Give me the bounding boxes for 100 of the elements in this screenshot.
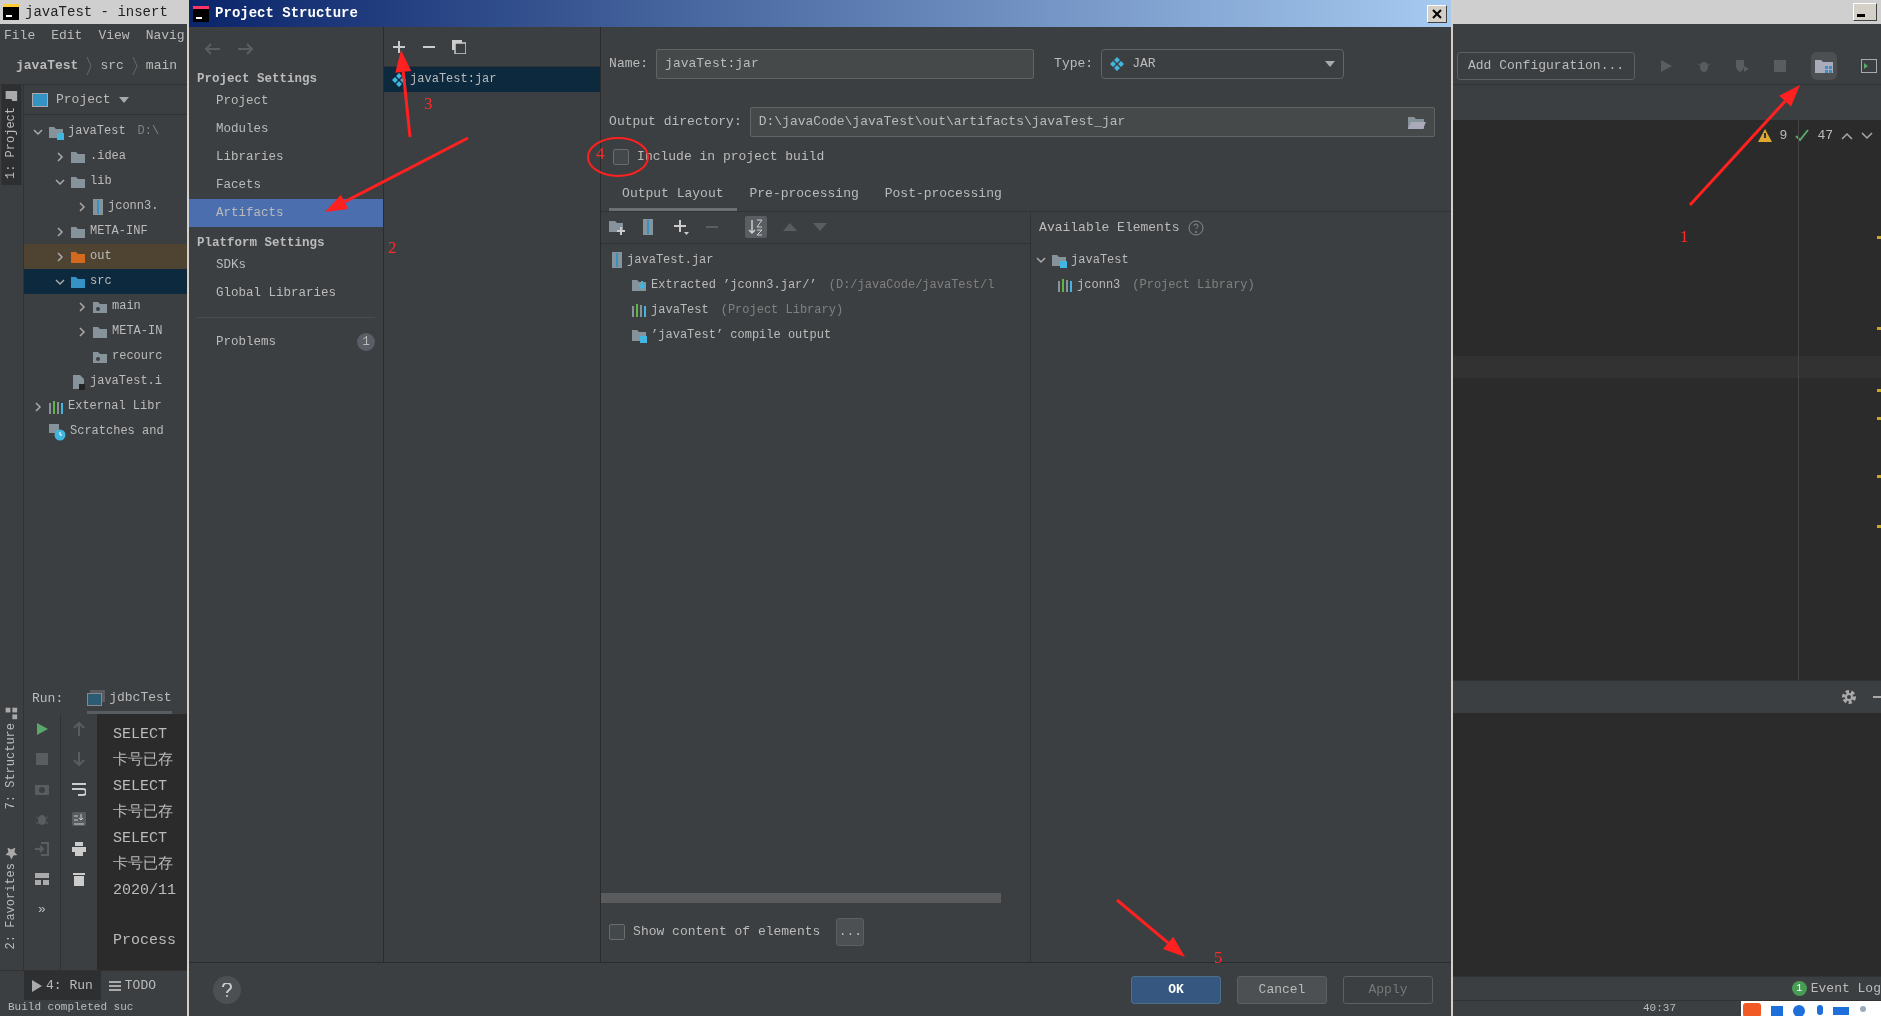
chevron-up-icon[interactable] bbox=[1841, 131, 1853, 140]
tab[interactable]: Output Layout bbox=[609, 182, 737, 211]
nav-item[interactable]: Project bbox=[189, 87, 384, 115]
tool-window-tab[interactable]: 2: Favorites bbox=[1, 840, 22, 955]
tree-item[interactable]: lib bbox=[24, 169, 188, 194]
nav-item[interactable]: Global Libraries bbox=[189, 279, 384, 307]
tree-item[interactable]: .idea bbox=[24, 144, 188, 169]
chevron-right-icon[interactable] bbox=[54, 250, 66, 263]
chevron-right-icon[interactable] bbox=[54, 150, 66, 163]
chevron-down-icon[interactable] bbox=[1861, 131, 1873, 140]
tree-item[interactable]: jconn3 (Project Library) bbox=[1031, 272, 1451, 298]
app-logo-icon bbox=[3, 4, 19, 20]
run-config-button[interactable]: Add Configuration... bbox=[1457, 52, 1636, 80]
copy-icon[interactable] bbox=[452, 39, 467, 54]
tree-item[interactable]: Extracted ’jconn3.jar/’ (D:/javaCode/javaTest/l bbox=[601, 272, 1031, 298]
more-tools-button[interactable]: » bbox=[38, 902, 46, 918]
tree-item[interactable]: javaTest.i bbox=[24, 369, 188, 394]
breadcrumb-item[interactable]: javaTest bbox=[16, 58, 79, 74]
folder-icon[interactable] bbox=[1408, 115, 1426, 129]
tool-window-tab[interactable]: 7: Structure bbox=[1, 701, 22, 816]
menu-item[interactable]: Navig bbox=[145, 28, 185, 44]
tree-item[interactable]: jconn3. bbox=[24, 194, 188, 219]
nav-item[interactable]: SDKs bbox=[189, 251, 384, 279]
settings-icon[interactable] bbox=[1841, 689, 1857, 705]
nav-item[interactable]: Facets bbox=[189, 171, 384, 199]
name-field[interactable]: javaTest:jar bbox=[656, 49, 1035, 79]
error-stripe-mark bbox=[1877, 525, 1881, 528]
nav-item[interactable]: Problems 1 bbox=[189, 328, 384, 356]
breadcrumb-item[interactable]: src bbox=[100, 58, 124, 74]
sort-icon[interactable] bbox=[745, 216, 768, 239]
dialog-title: Project Structure bbox=[215, 5, 358, 22]
chevron-right-icon[interactable] bbox=[76, 300, 88, 313]
close-button[interactable] bbox=[1427, 4, 1447, 23]
chevron-right-icon[interactable] bbox=[54, 225, 66, 238]
plus-icon[interactable] bbox=[392, 39, 407, 54]
trash-icon[interactable] bbox=[72, 872, 86, 886]
artifact-item[interactable]: javaTest:jar bbox=[384, 67, 601, 92]
help-button[interactable] bbox=[213, 975, 242, 1004]
nav-item[interactable]: Modules bbox=[189, 115, 384, 143]
tree-item[interactable]: out bbox=[24, 244, 188, 269]
library-icon bbox=[1057, 278, 1074, 293]
folder-plus-icon[interactable] bbox=[609, 219, 626, 236]
breadcrumb-item[interactable]: main bbox=[145, 58, 178, 74]
field-label: Name: bbox=[609, 56, 649, 72]
more-button[interactable]: ... bbox=[836, 918, 865, 946]
folder-icon bbox=[1815, 59, 1833, 73]
tree-item[interactable]: javaTest.jar bbox=[601, 247, 1031, 273]
star-icon bbox=[5, 846, 18, 859]
tree-item[interactable]: main bbox=[24, 294, 188, 319]
tree-item[interactable]: Scratches and bbox=[24, 419, 188, 444]
run-icon[interactable] bbox=[35, 722, 49, 736]
plus-icon[interactable] bbox=[673, 219, 690, 236]
view-selector[interactable]: Project bbox=[56, 91, 129, 108]
scroll-end-icon[interactable] bbox=[72, 812, 86, 826]
wrap-icon[interactable] bbox=[72, 782, 86, 796]
menu-item[interactable]: File bbox=[4, 28, 36, 44]
dialog-button[interactable]: OK bbox=[1131, 975, 1221, 1004]
zip-file-icon bbox=[92, 198, 104, 215]
nav-item[interactable]: Libraries bbox=[189, 143, 384, 171]
folder-icon bbox=[631, 327, 648, 344]
menu-item[interactable]: Edit bbox=[51, 28, 83, 44]
tree-item[interactable]: META-IN bbox=[24, 319, 188, 344]
minimize-button[interactable] bbox=[1853, 3, 1877, 21]
tree-item[interactable]: src bbox=[24, 269, 188, 294]
tool-window-tab[interactable]: 4: Run bbox=[24, 971, 101, 1000]
console-line: 卡号已存 bbox=[113, 802, 174, 823]
caret-icon bbox=[118, 96, 129, 103]
warning-count: 9 bbox=[1779, 128, 1788, 144]
terminal-icon[interactable] bbox=[1861, 59, 1877, 73]
type-dropdown[interactable]: JAR bbox=[1101, 49, 1345, 79]
run-tab[interactable]: jdbcTest bbox=[87, 684, 172, 714]
project-structure-button[interactable] bbox=[1811, 52, 1837, 80]
directory-field[interactable]: D:\javaCode\javaTest\out\artifacts\javaTest_jar bbox=[749, 107, 1435, 137]
chevron-right-icon[interactable] bbox=[32, 400, 44, 413]
tab[interactable]: Post-processing bbox=[871, 182, 1015, 211]
help-icon[interactable] bbox=[1187, 219, 1204, 236]
tab[interactable]: Pre-processing bbox=[736, 182, 872, 211]
tree-item[interactable]: ’javaTest’ compile output bbox=[601, 322, 1031, 348]
event-log-button[interactable]: Event Log bbox=[1810, 980, 1881, 997]
tree-item[interactable]: javaTest bbox=[1031, 247, 1451, 273]
tree-item[interactable]: javaTest (Project Library) bbox=[601, 297, 1031, 323]
tree-item[interactable]: External Libr bbox=[24, 394, 188, 419]
menu-item[interactable]: View bbox=[98, 28, 130, 44]
error-stripe-mark bbox=[1877, 417, 1881, 420]
error-stripe-mark bbox=[1877, 389, 1881, 392]
checkbox[interactable]: Show content of elements bbox=[609, 924, 821, 940]
tool-window-tab[interactable]: TODO bbox=[100, 971, 165, 1000]
dialog-button[interactable]: Cancel bbox=[1237, 975, 1327, 1004]
tree-item[interactable]: javaTest D:\ bbox=[24, 119, 188, 144]
chevron-right-icon[interactable] bbox=[76, 200, 88, 213]
scrollbar[interactable] bbox=[601, 893, 1002, 903]
section-heading: Platform Settings bbox=[196, 235, 326, 251]
chevron-right-icon[interactable] bbox=[76, 325, 88, 338]
tool-window-tab[interactable]: 1: Project bbox=[1, 85, 22, 185]
tree-item[interactable]: recourc bbox=[24, 344, 188, 369]
layout-icon[interactable] bbox=[35, 872, 49, 886]
print-icon[interactable] bbox=[72, 842, 86, 856]
tree-item[interactable]: META-INF bbox=[24, 219, 188, 244]
section-heading: Project Settings bbox=[196, 71, 319, 87]
chevron-icon bbox=[131, 56, 138, 76]
